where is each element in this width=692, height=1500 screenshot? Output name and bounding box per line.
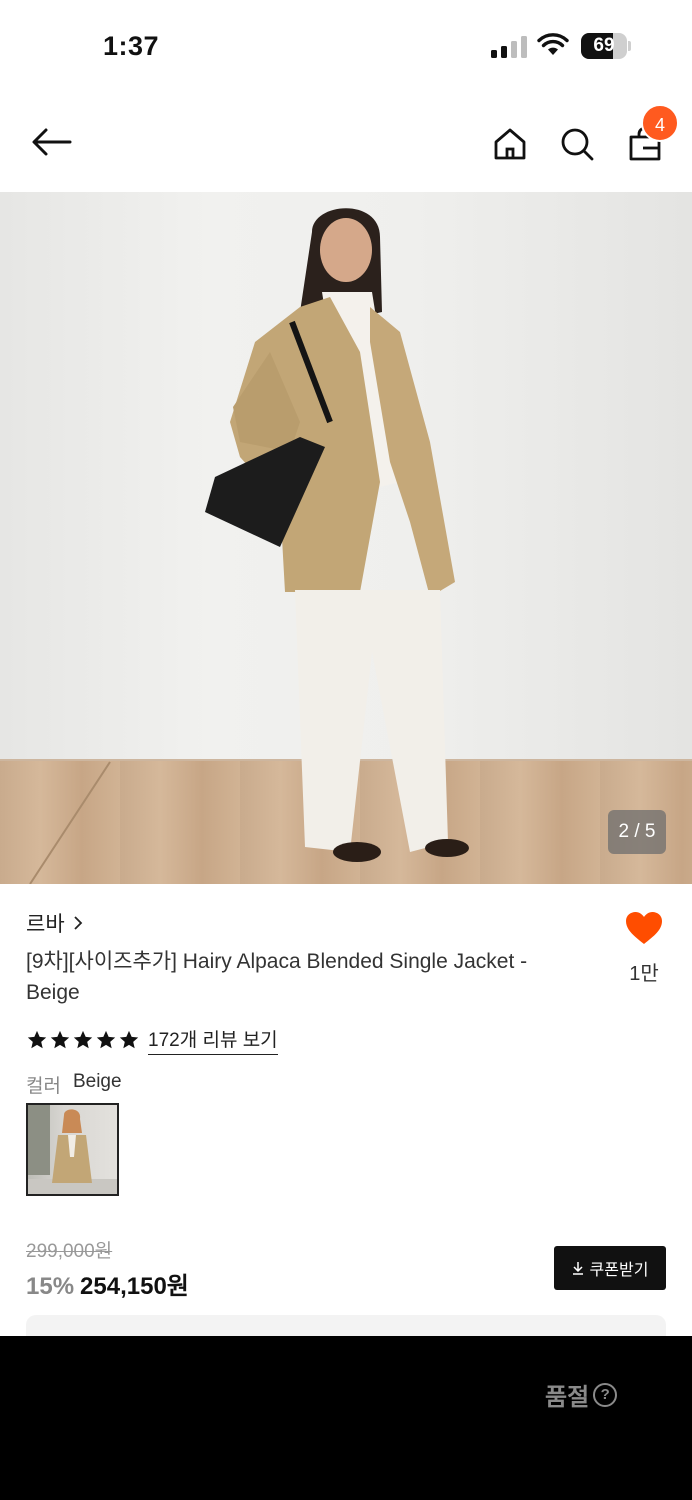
chevron-right-icon: [74, 916, 82, 930]
coupon-button[interactable]: 쿠폰받기: [554, 1246, 666, 1290]
search-button[interactable]: [553, 120, 601, 168]
thumbnail-image: [28, 1105, 117, 1194]
question-circle-icon[interactable]: ?: [593, 1382, 618, 1407]
color-label: 컬러: [26, 1076, 61, 1097]
battery-icon: 69: [581, 33, 631, 59]
soldout-label: 품절: [545, 1384, 590, 1411]
price-row: 15% 254,150원: [26, 1266, 189, 1301]
review-link[interactable]: 172개 리뷰 보기: [148, 1025, 278, 1055]
arrow-left-icon: [32, 128, 72, 156]
model-photo: [0, 208, 692, 884]
like-toggle[interactable]: 1만: [620, 910, 668, 986]
like-count: 1만: [629, 963, 659, 985]
image-counter: 2 / 5: [608, 810, 666, 854]
star-icon: [50, 1030, 70, 1049]
back-button[interactable]: [27, 118, 75, 166]
product-title: [9차][사이즈추가] Hairy Alpaca Blended Single …: [26, 950, 528, 1004]
star-rating: [26, 1029, 140, 1051]
heart-icon: [626, 912, 662, 944]
brand-name: 르바: [26, 913, 65, 936]
cart-count-badge: 4: [641, 104, 679, 142]
original-price: 299,000원: [26, 1241, 113, 1262]
home-button[interactable]: [486, 120, 534, 168]
discount-rate: 15%: [26, 1273, 75, 1300]
sale-price: 254,150원: [80, 1273, 189, 1300]
download-icon: [572, 1262, 583, 1275]
brand-link[interactable]: 르바: [26, 908, 83, 938]
battery-level: 69: [593, 35, 615, 56]
search-icon: [561, 128, 594, 161]
star-icon: [119, 1030, 139, 1049]
status-bar: 1:37 69: [0, 0, 692, 92]
color-option-thumbnail[interactable]: [26, 1103, 119, 1196]
product-image[interactable]: [0, 192, 692, 884]
star-icon: [73, 1030, 93, 1049]
home-icon: [494, 128, 526, 160]
star-icon: [27, 1030, 47, 1049]
color-value: Beige: [72, 1071, 122, 1092]
status-time: 1:37: [103, 31, 160, 61]
star-icon: [96, 1030, 116, 1049]
rating-row: 172개 리뷰 보기: [26, 1025, 278, 1055]
cellular-signal-icon: [491, 36, 527, 58]
top-nav: [0, 92, 692, 192]
wifi-icon: [537, 33, 569, 55]
soldout-button[interactable]: 품절 ?: [545, 1377, 618, 1412]
coupon-label: 쿠폰받기: [589, 1262, 649, 1279]
bottom-action-bar: [0, 1336, 692, 1500]
color-row: 컬러 Beige: [26, 1071, 122, 1098]
